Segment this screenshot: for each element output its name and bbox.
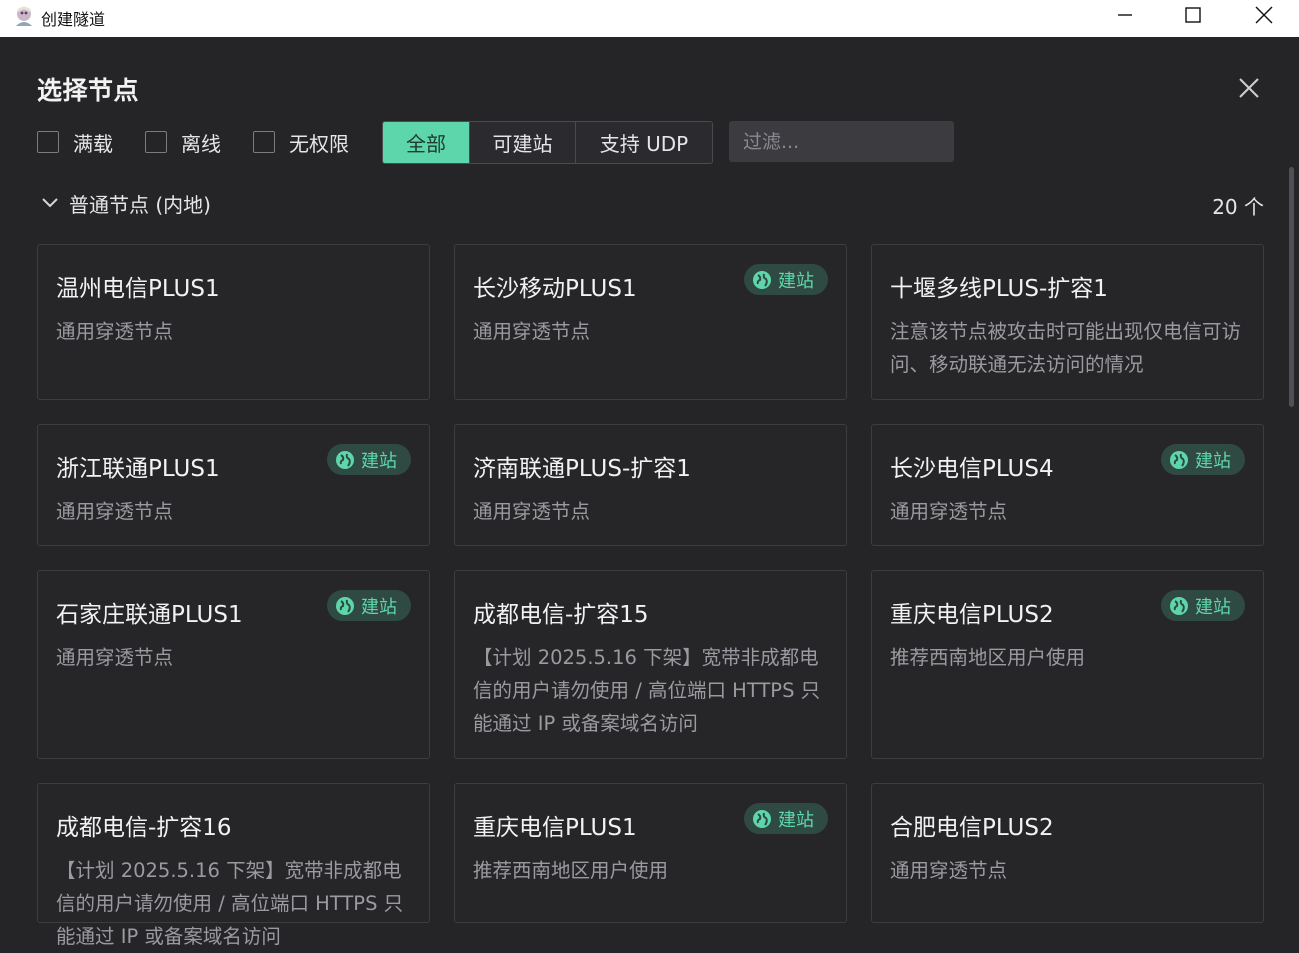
filter-offline-label: 离线 [181,131,221,156]
dialog-title: 选择节点 [37,76,140,105]
node-name: 石家庄联通PLUS1 [56,602,243,628]
node-description: 【计划 2025.5.16 下架】宽带非成都电信的用户请勿使用 / 高位端口 H… [473,646,821,735]
node-name: 长沙电信PLUS4 [890,456,1054,482]
segment-site-capable[interactable]: 可建站 [470,122,576,163]
node-card[interactable]: 十堰多线PLUS-扩容1 注意该节点被攻击时可能出现仅电信可访问、移动联通无法访问… [871,244,1264,400]
node-description: 通用穿透节点 [890,859,1008,882]
site-badge: 建站 [1161,590,1245,621]
node-card[interactable]: 成都电信-扩容15 【计划 2025.5.16 下架】宽带非成都电信的用户请勿使用… [454,570,847,759]
close-icon [1239,78,1259,98]
node-card[interactable]: 合肥电信PLUS2 通用穿透节点 [871,783,1264,923]
globe-icon [753,270,771,289]
select-node-dialog: 选择节点 满载 离线 无权限 全部 可建站 支持 UDP 普通节点 (内地) 2… [1,37,1299,948]
checkbox-box[interactable] [253,131,275,153]
checkbox-box[interactable] [145,131,167,153]
node-name: 合肥电信PLUS2 [890,815,1054,841]
maximize-icon [1185,7,1201,23]
node-name: 十堰多线PLUS-扩容1 [890,276,1108,302]
close-icon [1255,6,1273,24]
site-badge-label: 建站 [1195,596,1231,618]
node-description: 推荐西南地区用户使用 [473,859,669,882]
site-badge-label: 建站 [1195,450,1231,472]
site-badge-label: 建站 [361,450,397,472]
node-description: 推荐西南地区用户使用 [890,646,1086,669]
node-description: 通用穿透节点 [56,320,174,343]
checkbox-box[interactable] [37,131,59,153]
site-badge: 建站 [1161,444,1245,475]
globe-icon [336,450,354,469]
site-badge: 建站 [744,264,828,295]
section-header-toggle[interactable]: 普通节点 (内地) [41,189,211,218]
site-badge: 建站 [744,803,828,834]
filter-no-permission-label: 无权限 [289,131,349,156]
node-card[interactable]: 长沙移动PLUS1 通用穿透节点 建站 [454,244,847,400]
node-description: 通用穿透节点 [890,500,1008,523]
globe-icon [1170,450,1188,469]
segment-all[interactable]: 全部 [383,122,470,163]
node-card[interactable]: 长沙电信PLUS4 通用穿透节点 建站 [871,424,1264,546]
site-badge: 建站 [327,444,411,475]
node-name: 成都电信-扩容15 [473,602,649,628]
filter-no-permission-checkbox[interactable]: 无权限 [253,129,349,156]
node-description: 通用穿透节点 [473,500,591,523]
site-badge-label: 建站 [778,809,814,831]
site-badge: 建站 [327,590,411,621]
globe-icon [753,809,771,828]
node-card[interactable]: 浙江联通PLUS1 通用穿透节点 建站 [37,424,430,546]
filter-full-checkbox[interactable]: 满载 [37,129,113,156]
window-title: 创建隧道 [41,10,106,29]
node-card[interactable]: 石家庄联通PLUS1 通用穿透节点 建站 [37,570,430,759]
filter-full-label: 满载 [73,131,113,156]
node-card[interactable]: 成都电信-扩容16 【计划 2025.5.16 下架】宽带非成都电信的用户请勿使用… [37,783,430,948]
node-name: 长沙移动PLUS1 [473,276,637,302]
node-name: 重庆电信PLUS2 [890,602,1054,628]
scrollbar-thumb[interactable] [1289,167,1294,407]
node-name: 济南联通PLUS-扩容1 [473,456,691,482]
node-description: 通用穿透节点 [56,646,174,669]
node-description: 通用穿透节点 [473,320,591,343]
node-description: 注意该节点被攻击时可能出现仅电信可访问、移动联通无法访问的情况 [890,320,1242,376]
node-name: 重庆电信PLUS1 [473,815,637,841]
node-description: 通用穿透节点 [56,500,174,523]
node-name: 浙江联通PLUS1 [56,456,220,482]
section-count: 20 个 [1212,195,1264,219]
node-description: 【计划 2025.5.16 下架】宽带非成都电信的用户请勿使用 / 高位端口 H… [56,859,404,948]
node-type-segmented-control: 全部 可建站 支持 UDP [382,121,713,164]
segment-udp[interactable]: 支持 UDP [576,122,712,163]
node-card[interactable]: 济南联通PLUS-扩容1 通用穿透节点 [454,424,847,546]
section-title: 普通节点 (内地) [69,193,211,217]
maximize-button[interactable] [1158,0,1228,30]
site-badge-label: 建站 [361,596,397,618]
node-name: 成都电信-扩容16 [56,815,232,841]
chevron-down-icon [41,194,59,213]
site-badge-label: 建站 [778,270,814,292]
globe-icon [336,596,354,615]
window-titlebar: 创建隧道 [0,0,1299,37]
globe-icon [1170,596,1188,615]
window-close-button[interactable] [1229,0,1299,30]
minimize-button[interactable] [1090,0,1160,30]
node-card[interactable]: 重庆电信PLUS1 推荐西南地区用户使用 建站 [454,783,847,923]
filter-offline-checkbox[interactable]: 离线 [145,129,221,156]
node-card[interactable]: 重庆电信PLUS2 推荐西南地区用户使用 建站 [871,570,1264,759]
minimize-icon [1118,14,1132,16]
filter-input[interactable] [729,121,954,162]
app-avatar-icon [16,6,32,26]
node-name: 温州电信PLUS1 [56,276,220,302]
node-card[interactable]: 温州电信PLUS1 通用穿透节点 [37,244,430,400]
dialog-close-button[interactable] [1237,76,1261,100]
